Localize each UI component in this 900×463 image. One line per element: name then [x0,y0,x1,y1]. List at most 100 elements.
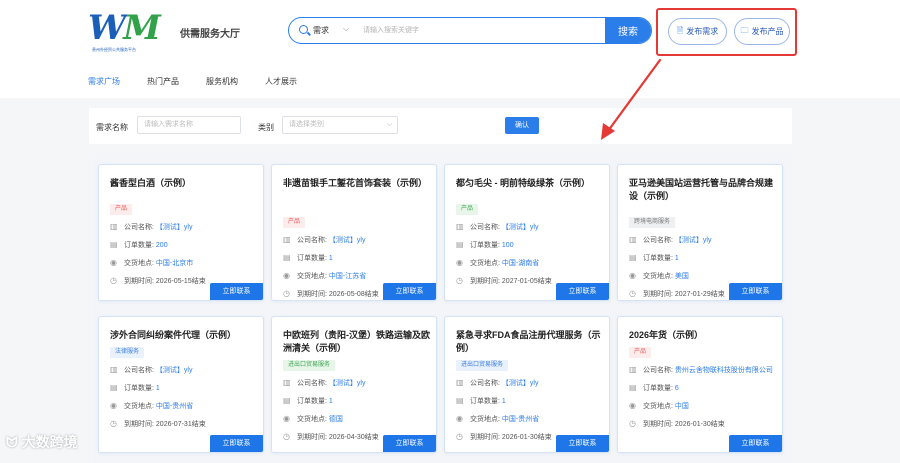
company-row: ▥ 公司名称: 【测试】yly [283,235,366,244]
deadline-row: ◷ 到期时间: 2026-01-30结束 [456,432,552,441]
contact-button[interactable]: 立即联系 [210,283,263,300]
demand-card[interactable]: 非遗苗银手工錾花首饰套装（示例） 产品 ▥ 公司名称: 【测试】yly ▤ 订单数量… [271,164,437,301]
place-row: ◉ 交货地点: 中国-贵州省 [456,414,540,423]
location-icon: ◉ [629,401,636,410]
company-link[interactable]: 【测试】yly [329,380,366,387]
company-link[interactable]: 贵州云舍物联科技股份有限公司 [675,367,773,374]
card-title: 中欧班列（贵阳-汉堡）铁路运输及欧洲清关（示例） [283,330,430,353]
watermark-logo-icon: ᗢ [6,434,18,450]
building-icon: ▥ [456,222,464,231]
nav-item-talent-showcase[interactable]: 人才展示 [265,76,297,87]
publish-demand-label: 发布需求 [686,27,719,36]
header: WM 贵州外经贸公共服务平台 供需服务大厅 需求 ⌵ 搜索 🗎 发布需求 🗀 发… [0,0,900,98]
quantity-row: ▤ 订单数量: 1 [629,253,679,262]
demand-card[interactable]: 中欧班列（贵阳-汉堡）铁路运输及欧洲清关（示例） 进出口贸易服务 ▥ 公司名称: … [271,316,437,453]
contact-button[interactable]: 立即联系 [729,283,782,300]
quantity-row: ▤ 订单数量: 1 [456,396,506,405]
clock-icon: ◷ [629,419,636,428]
clock-icon: ◷ [283,289,290,298]
search-category-select[interactable]: 需求 [313,25,329,36]
company-link[interactable]: 【测试】yly [329,237,366,244]
card-title: 紧急寻求FDA食品注册代理服务（示例） [456,330,601,353]
quantity-row: ▤ 订单数量: 1 [283,253,333,262]
place-row: ◉ 交货地点: 美国 [629,271,689,280]
card-tag: 产品 [456,204,479,215]
name-filter-label: 需求名称 [96,123,128,132]
chevron-down-icon: ⌵ [386,121,392,128]
company-link[interactable]: 【测试】yly [156,367,193,374]
name-filter-input[interactable]: 请输入需求名称 [137,116,241,134]
card-title: 酱香型白酒（示例） [110,178,192,188]
contact-button[interactable]: 立即联系 [729,435,782,452]
contact-button[interactable]: 立即联系 [556,283,609,300]
site-logo[interactable]: WM 贵州外经贸公共服务平台 [88,10,174,52]
location-icon: ◉ [456,414,463,423]
company-link[interactable]: 【测试】yly [156,224,193,231]
clock-icon: ◷ [283,432,290,441]
publish-product-button[interactable]: 🗀 发布产品 [734,18,790,45]
watermark: ᗢ 大数跨境 [6,432,78,452]
demand-card-grid: 酱香型白酒（示例） 产品 ▥ 公司名称: 【测试】yly ▤ 订单数量: 200 ◉… [89,153,792,463]
company-row: ▥ 公司名称: 【测试】yly [110,365,193,374]
card-title: 涉外合同纠纷案件代理（示例） [110,330,237,340]
place-row: ◉ 交货地点: 中国-湖南省 [456,258,540,267]
company-link[interactable]: 【测试】yly [675,237,712,244]
confirm-button[interactable]: 确认 [505,117,539,134]
chevron-down-icon[interactable]: ⌵ [343,24,349,34]
deadline-row: ◷ 到期时间: 2027-01-05结束 [456,276,552,285]
clipboard-icon: ▤ [629,253,637,262]
location-icon: ◉ [629,271,636,280]
company-row: ▥ 公司名称: 【测试】yly [456,378,539,387]
card-title: 亚马逊美国站运营托管与品牌合规建设（示例） [629,178,774,201]
location-icon: ◉ [456,258,463,267]
demand-card[interactable]: 都匀毛尖 - 明前特级绿茶（示例） 产品 ▥ 公司名称: 【测试】yly ▤ 订单数… [444,164,610,301]
deadline-row: ◷ 到期时间: 2026-01-30结束 [629,419,725,428]
search-icon [299,25,308,34]
nav-item-hot-products[interactable]: 热门产品 [147,76,179,87]
company-row: ▥ 公司名称: 贵州云舍物联科技股份有限公司 [629,365,773,374]
nav-item-demand-square[interactable]: 需求广场 [88,76,120,87]
company-link[interactable]: 【测试】yly [502,224,539,231]
clipboard-icon: ▤ [456,240,464,249]
company-link[interactable]: 【测试】yly [502,380,539,387]
company-row: ▥ 公司名称: 【测试】yly [456,222,539,231]
search-bar: 需求 ⌵ 搜索 [288,17,652,44]
card-title: 2026年货（示例） [629,330,704,340]
type-filter-select[interactable]: 请选择类别 ⌵ [282,116,398,134]
clipboard-icon: ▤ [629,383,637,392]
logo-subtitle: 贵州外经贸公共服务平台 [92,47,136,52]
company-row: ▥ 公司名称: 【测试】yly [283,378,366,387]
place-row: ◉ 交货地点: 中国 [629,401,689,410]
name-filter-placeholder: 请输入需求名称 [144,121,193,128]
clock-icon: ◷ [629,289,636,298]
folder-icon: 🗀 [740,25,749,35]
demand-card[interactable]: 紧急寻求FDA食品注册代理服务（示例） 进出口贸易服务 ▥ 公司名称: 【测试】y… [444,316,610,453]
demand-card[interactable]: 亚马逊美国站运营托管与品牌合规建设（示例） 跨境电商服务 ▥ 公司名称: 【测试】… [617,164,783,301]
demand-card[interactable]: 涉外合同纠纷案件代理（示例） 法律服务 ▥ 公司名称: 【测试】yly ▤ 订单数量… [98,316,264,453]
demand-card[interactable]: 2026年货（示例） 产品 ▥ 公司名称: 贵州云舍物联科技股份有限公司 ▤ 订单数… [617,316,783,453]
building-icon: ▥ [629,365,637,374]
deadline-row: ◷ 到期时间: 2027-01-29结束 [629,289,725,298]
type-filter-label: 类别 [258,123,274,132]
filter-bar: 需求名称 请输入需求名称 类别 请选择类别 ⌵ 确认 [89,108,792,144]
location-icon: ◉ [110,401,117,410]
contact-button[interactable]: 立即联系 [210,435,263,452]
card-tag: 产品 [629,347,652,358]
search-input[interactable] [363,22,603,39]
card-tag: 跨境电商服务 [629,217,676,228]
publish-product-label: 发布产品 [751,27,784,36]
quantity-row: ▤ 订单数量: 100 [456,240,514,249]
demand-card[interactable]: 酱香型白酒（示例） 产品 ▥ 公司名称: 【测试】yly ▤ 订单数量: 200 ◉… [98,164,264,301]
quantity-row: ▤ 订单数量: 1 [283,396,333,405]
clipboard-icon: ▤ [456,396,464,405]
contact-button[interactable]: 立即联系 [383,283,436,300]
place-row: ◉ 交货地点: 中国-江苏省 [283,271,367,280]
search-button[interactable]: 搜索 [605,18,651,43]
company-row: ▥ 公司名称: 【测试】yly [110,222,193,231]
card-tag: 进出口贸易服务 [283,360,336,371]
building-icon: ▥ [110,365,118,374]
nav-item-service-agencies[interactable]: 服务机构 [206,76,238,87]
contact-button[interactable]: 立即联系 [383,435,436,452]
contact-button[interactable]: 立即联系 [556,435,609,452]
publish-demand-button[interactable]: 🗎 发布需求 [668,18,727,45]
